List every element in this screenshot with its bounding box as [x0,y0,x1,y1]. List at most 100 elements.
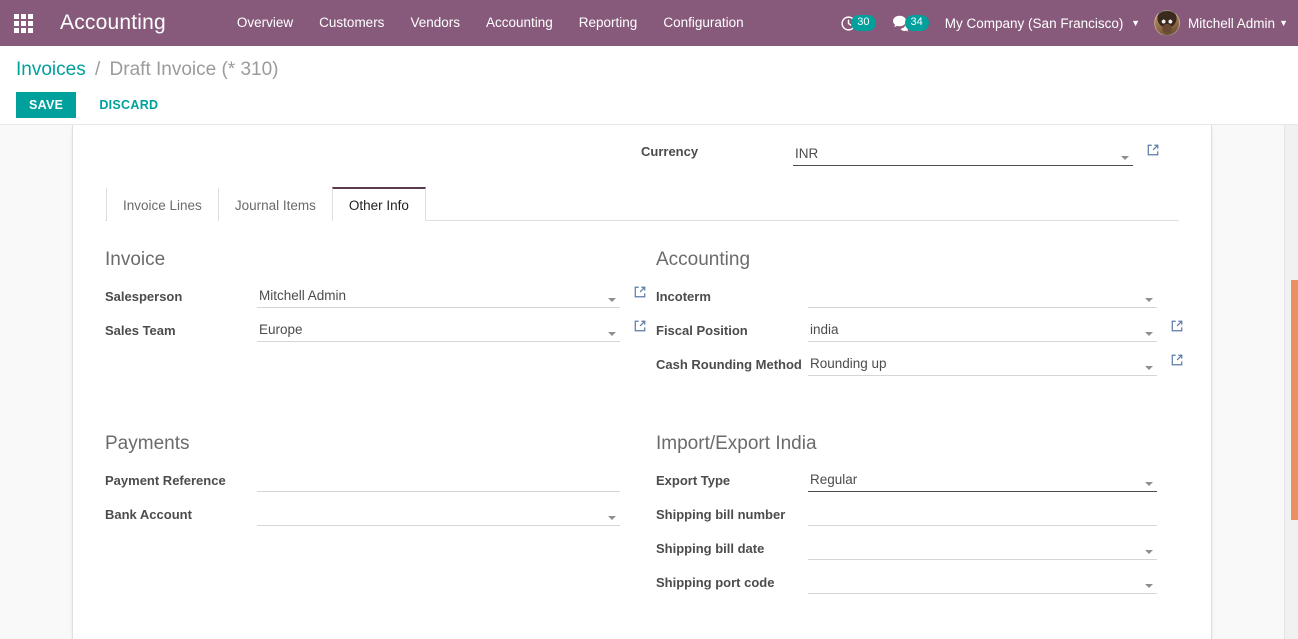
tab-invoice-lines[interactable]: Invoice Lines [106,187,219,221]
group-title-import-export-india: Import/Export India [656,433,817,454]
chevron-down-icon[interactable] [608,332,616,336]
other-info-lower-groups: Payments Payment Reference Bank Account [105,431,1179,603]
apps-grid-icon[interactable] [0,0,46,46]
field-label-shipping-bill-date: Shipping bill date [656,541,765,556]
field-fiscal-position-row: Fiscal Position india [656,317,1183,345]
top-navbar: Accounting Overview Customers Vendors Ac… [0,0,1298,46]
menu-item-customers[interactable]: Customers [306,0,397,46]
messaging-menu-button[interactable]: 34 [892,15,929,32]
group-invoice: Invoice Salesperson Mitchell Admin Sales… [105,247,646,385]
menu-item-vendors[interactable]: Vendors [397,0,473,46]
incoterm-input[interactable] [808,283,1157,308]
other-info-upper-groups: Invoice Salesperson Mitchell Admin Sales… [105,221,1183,385]
menu-item-overview[interactable]: Overview [224,0,306,46]
form-action-buttons: SAVE DISCARD [16,92,1282,118]
form-view-content: Currency INR Invoice Lines Journal Items… [0,125,1298,639]
chevron-down-icon[interactable] [1145,584,1153,588]
currency-input[interactable]: INR [793,141,1133,166]
form-sheet: Currency INR Invoice Lines Journal Items… [72,125,1212,639]
avatar [1154,10,1181,36]
discard-button[interactable]: DISCARD [86,92,171,118]
chevron-down-icon[interactable] [608,298,616,302]
field-label-fiscal-position: Fiscal Position [656,323,748,338]
app-brand-accounting[interactable]: Accounting [60,11,166,35]
user-menu[interactable]: Mitchell Admin ▼ [1154,10,1288,36]
field-incoterm-row: Incoterm [656,283,1157,311]
breadcrumb-item-invoices[interactable]: Invoices [16,59,86,80]
scrollbar-thumb[interactable] [1291,280,1298,520]
navbar-systray: 30 34 My Company (San Francisco) ▼ Mitch… [840,0,1298,46]
activity-menu-button[interactable]: 30 [840,15,876,32]
shipping-port-code-input[interactable] [808,569,1157,594]
page-title: Draft Invoice (* 310) [109,59,279,80]
control-panel: Invoices / Draft Invoice (* 310) SAVE DI… [0,46,1298,159]
company-name: My Company (San Francisco) [944,15,1124,31]
save-button[interactable]: SAVE [16,92,77,118]
chevron-down-icon: ▼ [1131,17,1141,28]
external-link-icon[interactable] [1170,353,1184,367]
field-label-shipping-bill-number: Shipping bill number [656,507,786,522]
shipping-bill-date-input[interactable] [808,535,1157,560]
menu-item-reporting[interactable]: Reporting [566,0,651,46]
field-label-export-type: Export Type [656,473,731,488]
chevron-down-icon[interactable] [1145,298,1153,302]
group-accounting: Accounting Incoterm Fiscal Position indi… [642,247,1183,385]
field-shipping-bill-number-row: Shipping bill number [656,501,1157,529]
field-currency-row: Currency INR [105,125,1179,177]
field-label-bank-account: Bank Account [105,507,192,522]
group-title-invoice: Invoice [105,249,166,270]
company-switcher[interactable]: My Company (San Francisco) ▼ [945,16,1140,31]
field-label-salesperson: Salesperson [105,289,183,304]
payment-reference-input[interactable] [257,467,620,492]
group-title-payments: Payments [105,433,190,454]
chevron-down-icon[interactable] [608,516,616,520]
shipping-bill-number-input[interactable] [808,501,1157,526]
user-name: Mitchell Admin [1188,15,1276,31]
cash-rounding-method-input[interactable]: Rounding up [808,351,1157,376]
bank-account-input[interactable] [257,501,620,526]
chevron-down-icon[interactable] [1145,366,1153,370]
field-export-type-row: Export Type Regular [656,467,1157,495]
field-shipping-port-code-row: Shipping port code [656,569,1157,597]
fiscal-position-input[interactable]: india [808,317,1157,342]
chevron-down-icon[interactable] [1145,332,1153,336]
field-shipping-bill-date-row: Shipping bill date [656,535,1157,563]
breadcrumb-separator: / [94,59,101,80]
field-label-payment-reference: Payment Reference [105,473,226,488]
external-link-icon[interactable] [633,285,647,299]
field-label-cash-rounding-method: Cash Rounding Method [656,357,802,372]
messages-counter-badge: 34 [904,15,929,31]
breadcrumb: Invoices / Draft Invoice (* 310) [16,46,1282,82]
external-link-icon[interactable] [633,319,647,333]
external-link-icon[interactable] [1170,319,1184,333]
notebook-tabs: Invoice Lines Journal Items Other Info [105,187,1179,221]
export-type-select[interactable]: Regular [808,467,1157,492]
field-bank-account-row: Bank Account [105,501,620,529]
salesperson-input[interactable]: Mitchell Admin [257,283,620,308]
field-label-sales-team: Sales Team [105,323,176,338]
group-title-accounting: Accounting [656,249,751,270]
tab-journal-items[interactable]: Journal Items [217,187,333,221]
field-label-shipping-port-code: Shipping port code [656,575,775,590]
sales-team-input[interactable]: Europe [257,317,620,342]
menu-item-configuration[interactable]: Configuration [650,0,756,46]
field-payment-reference-row: Payment Reference [105,467,620,495]
group-import-export-india: Import/Export India Export Type Regular … [642,431,1179,603]
chevron-down-icon: ▼ [1279,18,1288,28]
group-payments: Payments Payment Reference Bank Account [105,431,642,603]
field-label-currency: Currency [641,144,699,159]
tab-other-info[interactable]: Other Info [331,187,426,221]
chevron-down-icon[interactable] [1145,550,1153,554]
field-sales-team-row: Sales Team Europe [105,317,646,345]
menu-item-accounting[interactable]: Accounting [473,0,566,46]
field-salesperson-row: Salesperson Mitchell Admin [105,283,646,311]
chevron-down-icon[interactable] [1121,156,1129,160]
field-label-incoterm: Incoterm [656,289,711,304]
chevron-down-icon[interactable] [1145,482,1153,486]
activity-counter-badge: 30 [851,15,876,31]
main-menu: Overview Customers Vendors Accounting Re… [224,0,757,46]
field-cash-rounding-method-row: Cash Rounding Method Rounding up [656,351,1183,379]
vertical-scrollbar[interactable] [1284,125,1298,639]
external-link-icon[interactable] [1146,143,1160,157]
